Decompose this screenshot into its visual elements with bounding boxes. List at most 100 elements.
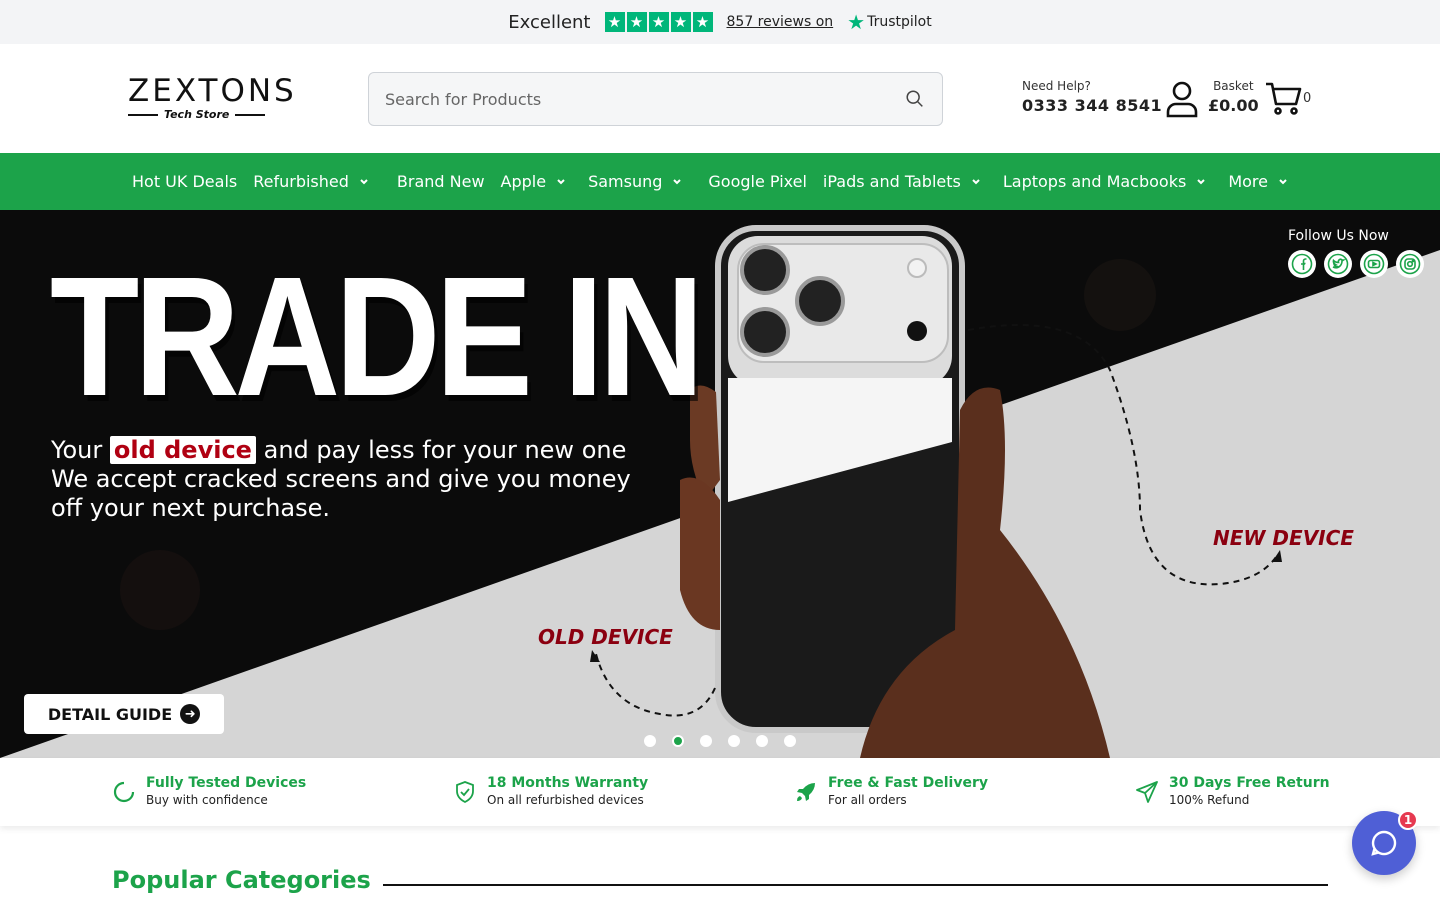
cart-icon[interactable] <box>1264 80 1302 116</box>
nav-label: Laptops and Macbooks <box>1002 172 1187 191</box>
arrow-right-icon: ➜ <box>180 704 201 724</box>
nav-item-hot-uk-deals[interactable]: Hot UK Deals <box>124 153 245 210</box>
search-bar <box>368 72 943 126</box>
detail-guide-label: DETAIL GUIDE <box>47 704 173 724</box>
feature-subtitle: Buy with confidence <box>146 793 268 807</box>
phone-number[interactable]: 0333 344 8541 <box>1022 96 1162 115</box>
nav-item-apple[interactable]: Apple <box>493 153 575 210</box>
rocket-icon <box>797 783 815 801</box>
cart-count: 0 <box>1303 91 1312 106</box>
basket-label: Basket <box>1213 79 1254 93</box>
feature-title: 30 Days Free Return <box>1169 775 1330 791</box>
carousel-dot-active[interactable] <box>672 735 684 747</box>
nav-item-refurbished[interactable]: Refurbished <box>245 153 377 210</box>
trustpilot-bar: Excellent ★ ★ ★ ★ ★ 857 reviews on ★ Tru… <box>0 0 1440 44</box>
instagram-icon[interactable] <box>1396 250 1424 278</box>
star-icon: ★ <box>626 12 647 32</box>
nav-item-ipads-tablets[interactable]: iPads and Tablets <box>815 153 989 210</box>
site-header: ZEXTONS Tech Store Need Help? 0333 344 8… <box>0 44 1440 153</box>
spinner-icon <box>113 781 135 803</box>
rating-word: Excellent <box>508 11 591 33</box>
nav-label: Samsung <box>588 172 663 191</box>
feature-title: Free & Fast Delivery <box>828 775 988 791</box>
nav-item-laptops-macbooks[interactable]: Laptops and Macbooks <box>995 153 1214 210</box>
feature-subtitle: For all orders <box>828 793 907 807</box>
chevron-down-icon <box>1279 178 1287 184</box>
hero-line-3: off your next purchase. <box>51 494 331 522</box>
hero-line-1-post: and pay less for your new one <box>263 436 627 464</box>
search-input[interactable] <box>385 89 904 109</box>
feature-title: Fully Tested Devices <box>146 775 307 791</box>
feature-title: 18 Months Warranty <box>487 775 649 791</box>
trustpilot-star-icon: ★ <box>847 10 866 34</box>
logo-tagline: Tech Store <box>164 108 230 121</box>
feature-subtitle: On all refurbished devices <box>487 793 644 807</box>
nav-label: Brand New <box>396 172 485 191</box>
basket-summary[interactable]: Basket £0.00 <box>1208 79 1259 115</box>
trustpilot-brand: Trustpilot <box>867 14 932 30</box>
search-icon[interactable] <box>904 88 926 110</box>
feature-warranty: 18 Months Warranty On all refurbished de… <box>453 775 648 807</box>
carousel-dot[interactable] <box>756 735 768 747</box>
section-title: Popular Categories <box>112 866 371 894</box>
chevron-down-icon <box>360 178 368 184</box>
social-links <box>1288 250 1424 278</box>
section-divider <box>383 884 1328 886</box>
logo-tagline-row: Tech Store <box>128 108 290 121</box>
logo-wordmark: ZEXTONS <box>128 73 297 109</box>
carousel-dot[interactable] <box>644 735 656 747</box>
nav-label: Apple <box>500 172 547 191</box>
account-icon[interactable] <box>1165 80 1199 118</box>
feature-returns: 30 Days Free Return 100% Refund <box>1135 775 1330 807</box>
hero-title: TRADE IN <box>50 242 704 432</box>
follow-label: Follow Us Now <box>1288 228 1389 244</box>
new-device-label: NEW DEVICE <box>1213 526 1354 550</box>
carousel-dot[interactable] <box>728 735 740 747</box>
paper-plane-icon <box>1136 781 1158 803</box>
star-icon: ★ <box>692 12 713 32</box>
shield-check-icon <box>456 781 474 804</box>
nav-item-samsung[interactable]: Samsung <box>580 153 690 210</box>
chevron-down-icon <box>972 178 980 184</box>
hero-line-2: We accept cracked screens and give you m… <box>51 465 631 493</box>
nav-label: More <box>1228 172 1268 191</box>
chevron-down-icon <box>673 178 682 184</box>
basket-total: £0.00 <box>1208 96 1259 115</box>
divider <box>128 113 158 116</box>
chevron-down-icon <box>1197 178 1206 184</box>
help-contact: Need Help? 0333 344 8541 <box>1022 79 1162 115</box>
youtube-icon[interactable] <box>1360 250 1388 278</box>
nav-label: Refurbished <box>253 172 349 191</box>
hero-description: Your old device and pay less for your ne… <box>51 436 631 523</box>
features-strip: Fully Tested Devices Buy with confidence… <box>0 758 1440 826</box>
nav-item-brand-new[interactable]: Brand New <box>389 153 493 210</box>
hero-line-1: Your old device and pay less for your ne… <box>51 436 631 465</box>
twitter-icon[interactable] <box>1324 250 1352 278</box>
nav-label: Google Pixel <box>708 172 807 191</box>
feature-subtitle: 100% Refund <box>1169 793 1250 807</box>
nav-label: iPads and Tablets <box>822 172 961 191</box>
carousel-dot[interactable] <box>700 735 712 747</box>
reviews-link[interactable]: 857 reviews on <box>727 14 834 30</box>
rating-stars: ★ ★ ★ ★ ★ <box>604 12 713 32</box>
help-label: Need Help? <box>1022 79 1091 93</box>
chevron-down-icon <box>557 178 565 184</box>
popular-categories-header: Popular Categories <box>112 866 371 894</box>
hero-line-1-pre: Your <box>51 436 103 464</box>
main-nav: Hot UK Deals Refurbished Brand New Apple… <box>0 153 1440 210</box>
hero-banner[interactable]: TRADE IN Your old device and pay less fo… <box>0 210 1440 758</box>
carousel-dot[interactable] <box>784 735 796 747</box>
nav-item-more[interactable]: More <box>1220 153 1296 210</box>
chat-bubble-icon <box>1371 830 1397 856</box>
detail-guide-button[interactable]: DETAIL GUIDE ➜ <box>24 694 224 734</box>
facebook-icon[interactable] <box>1288 250 1316 278</box>
chat-notification-badge: 1 <box>1398 810 1418 830</box>
feature-tested: Fully Tested Devices Buy with confidence <box>112 775 306 807</box>
site-logo[interactable]: ZEXTONS Tech Store <box>128 73 297 122</box>
feature-delivery: Free & Fast Delivery For all orders <box>794 775 988 807</box>
nav-item-google-pixel[interactable]: Google Pixel <box>700 153 815 210</box>
star-icon: ★ <box>648 12 669 32</box>
trustpilot-logo[interactable]: ★ Trustpilot <box>847 12 932 32</box>
nav-label: Hot UK Deals <box>132 172 238 191</box>
hero-highlight: old device <box>109 436 256 464</box>
